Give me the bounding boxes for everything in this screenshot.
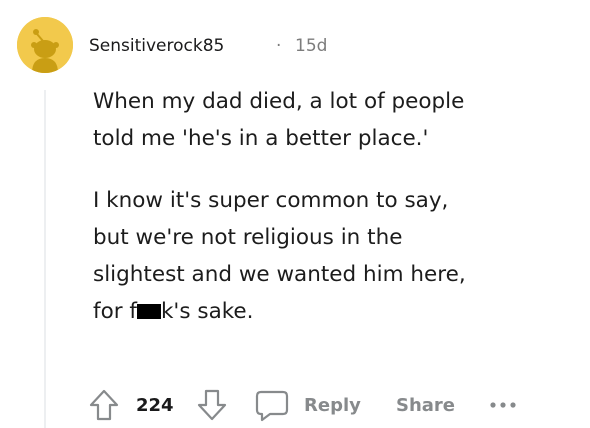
- comment-line: slightest and we wanted him here,: [93, 262, 466, 287]
- arrow-down-outline-icon: [197, 389, 227, 421]
- arrow-up-outline-icon: [89, 389, 119, 421]
- comment-paragraph: I know it's super common to say, but we'…: [93, 182, 573, 330]
- avatar[interactable]: [17, 17, 73, 73]
- upvote-button[interactable]: [88, 385, 120, 425]
- comment-line: told me 'he's in a better place.': [93, 126, 429, 151]
- more-options-button[interactable]: [486, 385, 520, 425]
- censor-bar: [136, 304, 161, 319]
- comment-age[interactable]: 15d: [295, 36, 327, 56]
- share-label: Share: [396, 394, 456, 416]
- meta-separator: ·: [276, 36, 282, 56]
- censored-line: for f k's sake.: [93, 299, 254, 324]
- comment-body: When my dad died, a lot of people told m…: [93, 83, 573, 330]
- comment-line: I know it's super common to say,: [93, 188, 449, 213]
- comment-author[interactable]: Sensitiverock85: [89, 36, 224, 56]
- censored-line-before: for f: [93, 299, 137, 324]
- vote-count-label: 224: [136, 394, 174, 416]
- downvote-button[interactable]: [196, 385, 228, 425]
- ellipsis-icon: [490, 402, 516, 408]
- censored-line-after: k's sake.: [160, 299, 254, 324]
- speech-bubble-icon: [255, 390, 289, 422]
- reply-button[interactable]: Reply: [254, 385, 361, 425]
- thread-line[interactable]: [44, 90, 46, 428]
- reply-label: Reply: [304, 394, 361, 416]
- comment-line: When my dad died, a lot of people: [93, 89, 465, 114]
- share-button[interactable]: Share: [396, 385, 455, 425]
- snoo-icon: [17, 17, 73, 73]
- vote-count: 224: [136, 385, 174, 425]
- comment-line: but we're not religious in the: [93, 225, 403, 250]
- comment-paragraph: When my dad died, a lot of people told m…: [93, 83, 573, 157]
